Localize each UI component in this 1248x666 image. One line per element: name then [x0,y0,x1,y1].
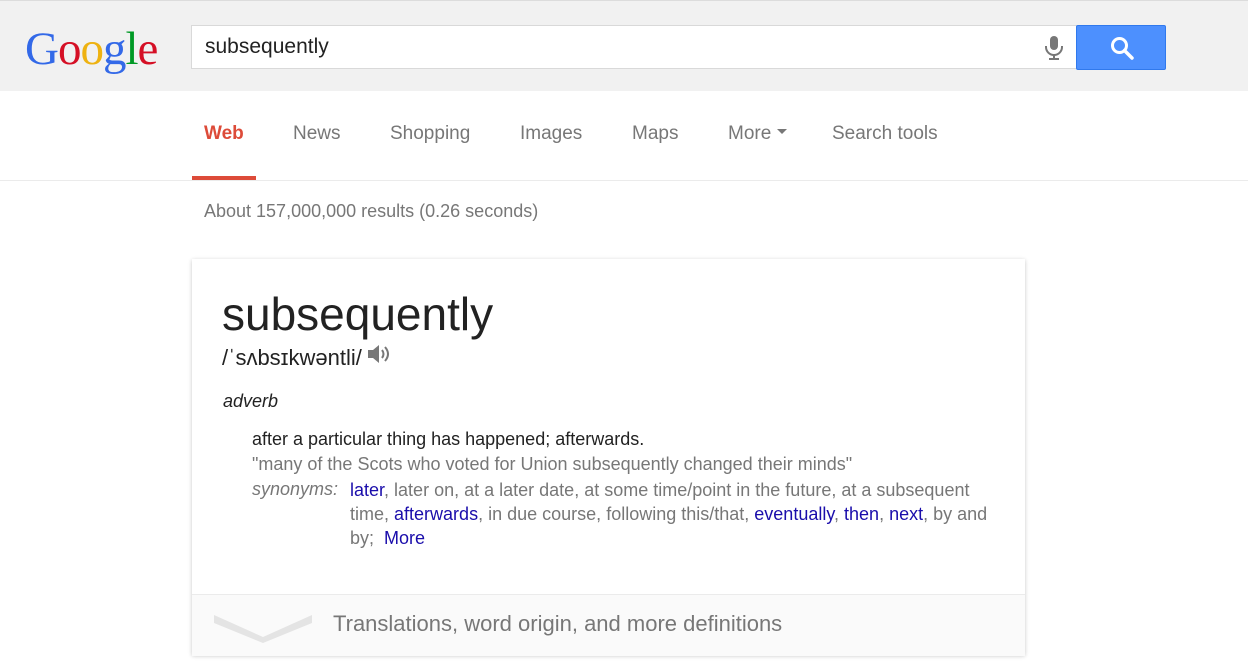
search-query-text: subsequently [205,35,329,58]
tab-search-tools[interactable]: Search tools [832,91,938,180]
synonyms-label: synonyms: [252,479,339,499]
synonym-separator: , [879,504,890,524]
header-bar: Google subsequently [0,0,1248,91]
synonym-separator: , [596,504,607,524]
definition-text: after a particular thing has happened; a… [252,429,645,449]
tab-web[interactable]: Web [192,91,256,180]
logo-letter: o [80,23,103,75]
logo-letter: o [57,23,81,75]
synonym-separator: ; [369,528,375,548]
search-tabs: Web News Shopping Images Maps More Searc… [0,91,1248,181]
synonyms-list: later, later on, at a later date, at som… [350,478,1000,550]
dictionary-card: subsequently /ˈsʌbsɪkwəntli/ adverb afte… [192,259,1025,656]
synonym-separator: , [744,504,755,524]
tab-maps[interactable]: Maps [632,91,678,180]
synonym-item[interactable]: then [844,504,879,524]
synonym-item[interactable]: afterwards [394,504,478,524]
synonym-separator: , [574,480,585,500]
synonyms-more-link[interactable]: More [384,528,425,548]
synonym-separator: , [384,504,395,524]
more-definitions-text: Translations, word origin, and more defi… [333,611,783,636]
chevron-down-icon [777,129,788,135]
synonym-separator: , [454,480,465,500]
synonym-item[interactable]: next [889,504,923,524]
synonym-separator: , [831,480,842,500]
synonym-item: following this/that [606,504,745,524]
pronunciation: /ˈsʌbsɪkwəntli/ [222,345,390,373]
synonym-item[interactable]: later [350,480,384,500]
synonym-item: in due course [488,504,597,524]
synonym-separator: , [923,504,934,524]
tab-more-label: More [728,123,772,144]
tab-shopping[interactable]: Shopping [390,91,470,180]
part-of-speech: adverb [223,391,279,411]
microphone-icon[interactable] [1042,35,1066,61]
result-stats: About 157,000,000 results (0.26 seconds) [204,201,539,221]
logo-letter: g [102,23,126,75]
search-button[interactable] [1076,25,1166,70]
chevron-down-icon [214,615,312,643]
synonym-item: later on [394,480,455,500]
dictionary-word: subsequently [222,288,494,340]
speaker-icon[interactable] [366,343,390,371]
phonetic-text: /ˈsʌbsɪkwəntli/ [222,345,362,370]
search-icon [1111,37,1134,60]
synonym-item[interactable]: eventually [754,504,834,524]
synonym-separator: , [834,504,845,524]
logo-letter: l [125,23,138,75]
google-logo[interactable]: Google [25,19,159,79]
synonym-item: at some time/point in the future [584,480,832,500]
synonym-separator: , [478,504,489,524]
synonym-separator: , [384,480,395,500]
more-definitions-bar[interactable]: Translations, word origin, and more defi… [192,594,1025,656]
search-input[interactable]: subsequently [191,25,1077,69]
tab-news[interactable]: News [293,91,341,180]
logo-letter: G [25,23,59,75]
logo-letter: e [137,23,159,75]
synonym-item: at a later date [464,480,575,500]
tab-images[interactable]: Images [520,91,582,180]
example-sentence: "many of the Scots who voted for Union s… [252,454,853,474]
tab-more[interactable]: More [728,91,788,180]
